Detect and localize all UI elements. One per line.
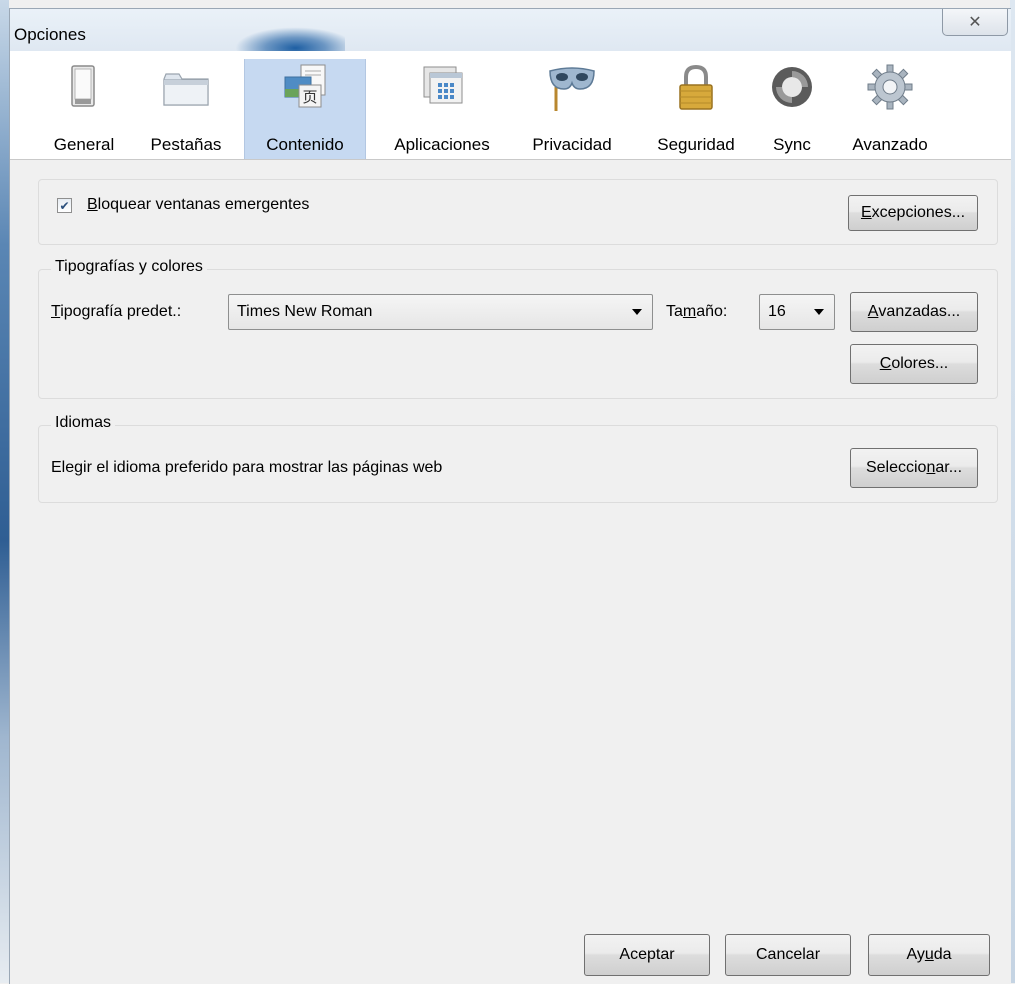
font-size-label: Tamaño: [666, 303, 728, 320]
applications-window-icon [418, 63, 466, 113]
category-toolbar: General Pestañas 页 Contenido Aplicacione… [10, 51, 1011, 160]
default-font-value: Times New Roman [237, 303, 373, 320]
dropdown-arrow-icon [632, 309, 642, 315]
select-language-button[interactable]: Seleccio n ar... [850, 448, 978, 488]
close-button[interactable]: ✕ [942, 9, 1008, 36]
options-dialog: Opciones ✕ General Pestañas 页 Contenido … [9, 8, 1011, 984]
tab-general[interactable]: General [46, 59, 122, 159]
tab-sync[interactable]: Sync [762, 59, 822, 159]
tab-aplicaciones[interactable]: Aplicaciones [376, 59, 508, 159]
font-size-select[interactable]: 16 [759, 294, 835, 330]
tab-avanzado[interactable]: Avanzado [838, 59, 942, 159]
popup-exceptions-button[interactable]: Excepciones... [848, 195, 978, 231]
tab-label: Aplicaciones [394, 135, 490, 154]
tab-pestanas[interactable]: Pestañas [146, 59, 226, 159]
tab-contenido[interactable]: 页 Contenido [244, 59, 366, 159]
tab-privacidad[interactable]: Privacidad [520, 59, 624, 159]
fonts-colors-group: Tipografías y colores Tipografía predet.… [38, 258, 998, 399]
tab-label: Seguridad [657, 135, 735, 154]
block-popups-checkbox[interactable]: ✔ [57, 198, 72, 213]
advanced-fonts-button[interactable]: Avanzadas... [850, 292, 978, 332]
tab-label: Pestañas [150, 135, 222, 154]
cancel-button[interactable]: Cancelar [725, 934, 851, 976]
default-font-label: Tipografía predet.: [51, 303, 182, 320]
font-size-value: 16 [768, 303, 786, 320]
languages-group: Idiomas Elegir el idioma preferido para … [38, 414, 998, 503]
tab-label: Avanzado [852, 135, 928, 154]
tab-label: Contenido [266, 135, 344, 154]
advanced-gear-icon [866, 63, 914, 113]
colors-button[interactable]: Colores... [850, 344, 978, 384]
svg-text:页: 页 [302, 88, 317, 106]
fonts-colors-legend: Tipografías y colores [51, 258, 207, 276]
languages-legend: Idiomas [51, 414, 116, 432]
dropdown-arrow-icon [814, 309, 824, 315]
content-page-icon: 页 [281, 63, 329, 113]
general-switch-icon [60, 63, 108, 113]
security-lock-icon [672, 63, 720, 113]
dialog-title: Opciones [14, 25, 86, 44]
sync-arrows-icon [768, 63, 816, 113]
checkmark-icon: ✔ [59, 198, 70, 213]
title-bar: Opciones ✕ [10, 9, 1011, 57]
accept-button[interactable]: Aceptar [584, 934, 710, 976]
privacy-mask-icon [548, 63, 596, 113]
languages-description: Elegir el idioma preferido para mostrar … [51, 459, 443, 476]
tab-seguridad[interactable]: Seguridad [644, 59, 748, 159]
block-popups-label[interactable]: Bloquear ventanas emergentes [87, 196, 309, 214]
tab-label: Sync [773, 135, 811, 154]
default-font-select[interactable]: Times New Roman [228, 294, 653, 330]
tabs-folder-icon [162, 63, 210, 113]
popups-panel: ✔ Bloquear ventanas emergentes Excepcion… [38, 179, 998, 245]
tab-label: General [53, 135, 115, 154]
tab-label: Privacidad [532, 135, 612, 154]
help-button[interactable]: Ay u da [868, 934, 990, 976]
close-icon: ✕ [968, 14, 982, 31]
window-frame-left [0, 0, 9, 983]
